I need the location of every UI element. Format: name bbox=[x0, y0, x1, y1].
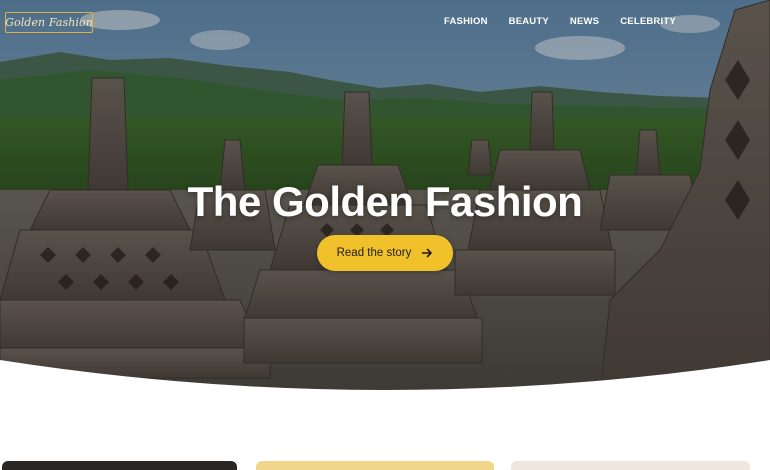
nav-link-beauty[interactable]: BEAUTY bbox=[509, 16, 549, 27]
hero-banner: Golden Fashion FASHION BEAUTY NEWS CELEB… bbox=[0, 0, 770, 395]
nav-link-fashion[interactable]: FASHION bbox=[444, 16, 488, 27]
article-card-2[interactable] bbox=[256, 461, 494, 470]
cta-label: Read the story bbox=[336, 247, 412, 259]
hero-title: The Golden Fashion bbox=[187, 178, 583, 225]
arrow-right-icon bbox=[422, 248, 433, 258]
hero-bottom-curve bbox=[0, 360, 770, 400]
article-card-1[interactable] bbox=[2, 461, 237, 470]
logo-text: Golden Fashion bbox=[5, 16, 93, 29]
read-the-story-button[interactable]: Read the story bbox=[317, 235, 453, 271]
article-card-3[interactable] bbox=[511, 461, 750, 470]
nav-link-news[interactable]: NEWS bbox=[570, 16, 599, 27]
nav-link-celebrity[interactable]: CELEBRITY bbox=[620, 16, 676, 27]
site-logo[interactable]: Golden Fashion bbox=[5, 12, 93, 33]
main-nav: FASHION BEAUTY NEWS CELEBRITY bbox=[444, 16, 697, 27]
